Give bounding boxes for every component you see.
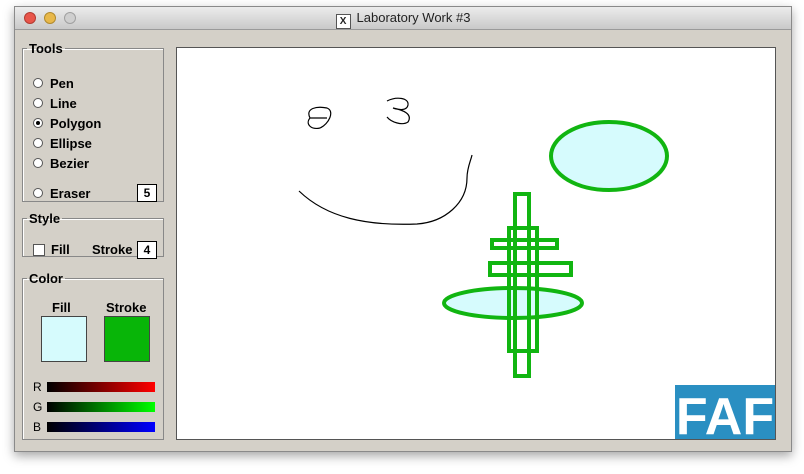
- blue-slider[interactable]: [47, 422, 155, 432]
- tool-line-radio[interactable]: [33, 98, 43, 108]
- tool-polygon-radio[interactable]: [33, 118, 43, 128]
- stroke-width-field[interactable]: 4: [137, 241, 157, 259]
- eraser-size-field[interactable]: 5: [137, 184, 157, 202]
- tools-legend: Tools: [29, 41, 63, 56]
- pen-stroke-left-eye: [307, 106, 332, 129]
- tool-pen-radio[interactable]: [33, 78, 43, 88]
- stroke-color-label: Stroke: [106, 300, 147, 315]
- fill-color-swatch[interactable]: [41, 316, 87, 362]
- tool-ellipse[interactable]: Ellipse: [33, 134, 92, 152]
- tools-group: Tools Pen Line Polygon Ellipse Bezier Er…: [22, 41, 164, 202]
- rect-horizontal-upper: [490, 238, 559, 250]
- red-slider[interactable]: [47, 382, 155, 392]
- window-title: Laboratory Work #3: [356, 10, 471, 25]
- canvas-drawing: FAF: [298, 97, 775, 439]
- tool-line[interactable]: Line: [33, 94, 77, 112]
- tool-polygon[interactable]: Polygon: [33, 114, 101, 132]
- faf-logo: FAF: [675, 385, 775, 439]
- drawing-canvas[interactable]: FAF: [176, 47, 776, 440]
- tool-eraser[interactable]: Eraser: [33, 184, 90, 202]
- blue-slider-label: B: [33, 420, 42, 434]
- pen-stroke-right-eye: [386, 97, 410, 125]
- style-legend: Style: [29, 211, 61, 226]
- x11-app-icon: X: [335, 14, 351, 29]
- green-slider[interactable]: [47, 402, 155, 412]
- style-group: Style Fill Stroke 4: [22, 211, 164, 259]
- ellipse-shape-upper: [549, 120, 669, 192]
- faf-logo-text: FAF: [676, 388, 774, 439]
- tool-eraser-radio[interactable]: [33, 188, 43, 198]
- tool-pen-label: Pen: [50, 75, 74, 91]
- pen-stroke-mouth: [298, 154, 473, 225]
- tool-pen[interactable]: Pen: [33, 74, 74, 92]
- tool-ellipse-label: Ellipse: [50, 135, 92, 151]
- tool-polygon-label: Polygon: [50, 115, 102, 131]
- tool-ellipse-radio[interactable]: [33, 138, 43, 148]
- tool-bezier-label: Bezier: [50, 155, 90, 171]
- tool-bezier-radio[interactable]: [33, 158, 43, 168]
- rect-vertical-tall: [513, 192, 531, 378]
- tool-line-label: Line: [50, 95, 77, 111]
- red-slider-label: R: [33, 380, 42, 394]
- title-bar: X Laboratory Work #3: [15, 7, 791, 30]
- stroke-width-label: Stroke: [92, 242, 133, 257]
- color-legend: Color: [29, 271, 63, 286]
- fill-checkbox[interactable]: [33, 244, 45, 256]
- app-window: X Laboratory Work #3 Tools Pen Line Polyg…: [14, 6, 792, 452]
- green-slider-label: G: [33, 400, 43, 414]
- fill-color-label: Fill: [52, 300, 71, 315]
- tool-eraser-label: Eraser: [50, 185, 91, 201]
- tool-bezier[interactable]: Bezier: [33, 154, 89, 172]
- color-group: Color Fill Stroke R G B: [22, 271, 164, 440]
- stroke-color-swatch[interactable]: [104, 316, 150, 362]
- window-title-group: X Laboratory Work #3: [15, 10, 791, 29]
- fill-checkbox-label: Fill: [51, 242, 70, 257]
